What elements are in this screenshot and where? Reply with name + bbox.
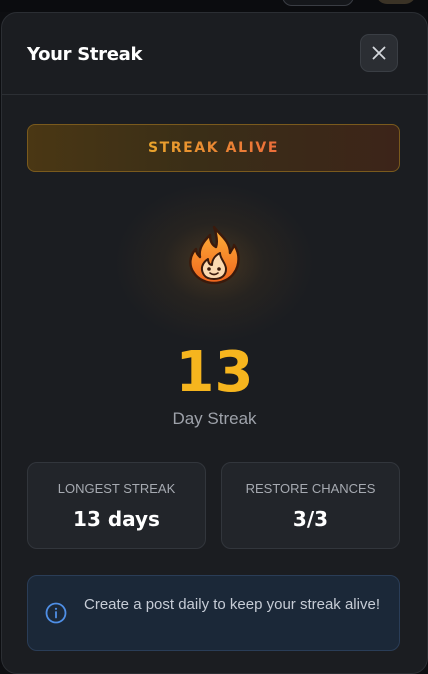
stat-value: 13 days xyxy=(73,507,160,531)
stat-label: LONGEST STREAK xyxy=(57,481,176,496)
top-app-bar xyxy=(0,0,428,12)
streak-status-label: STREAK ALIVE xyxy=(147,140,280,156)
info-text: Create a post daily to keep your streak … xyxy=(84,596,380,613)
close-icon xyxy=(372,46,386,60)
stat-card-longest-streak: LONGEST STREAK 13 days xyxy=(27,462,206,549)
streak-count: 13 xyxy=(175,340,254,405)
panel-title: Your Streak xyxy=(27,44,143,65)
stat-card-restore-chances: RESTORE CHANCES 3/3 xyxy=(221,462,400,549)
streak-count-label: Day Streak xyxy=(172,409,257,428)
panel-header: Your Streak xyxy=(2,13,427,95)
stat-label: RESTORE CHANCES xyxy=(245,481,376,496)
stat-value: 3/3 xyxy=(292,507,329,531)
top-bar-button[interactable] xyxy=(282,0,354,6)
info-icon xyxy=(45,602,67,624)
flame-icon xyxy=(189,225,240,285)
avatar[interactable] xyxy=(376,0,416,4)
info-tip: Create a post daily to keep your streak … xyxy=(27,575,400,651)
streak-status-banner: STREAK ALIVE xyxy=(27,124,400,172)
streak-panel: Your Streak STREAK ALIVE 13 Day Streak L… xyxy=(1,12,428,674)
close-button[interactable] xyxy=(360,34,398,72)
